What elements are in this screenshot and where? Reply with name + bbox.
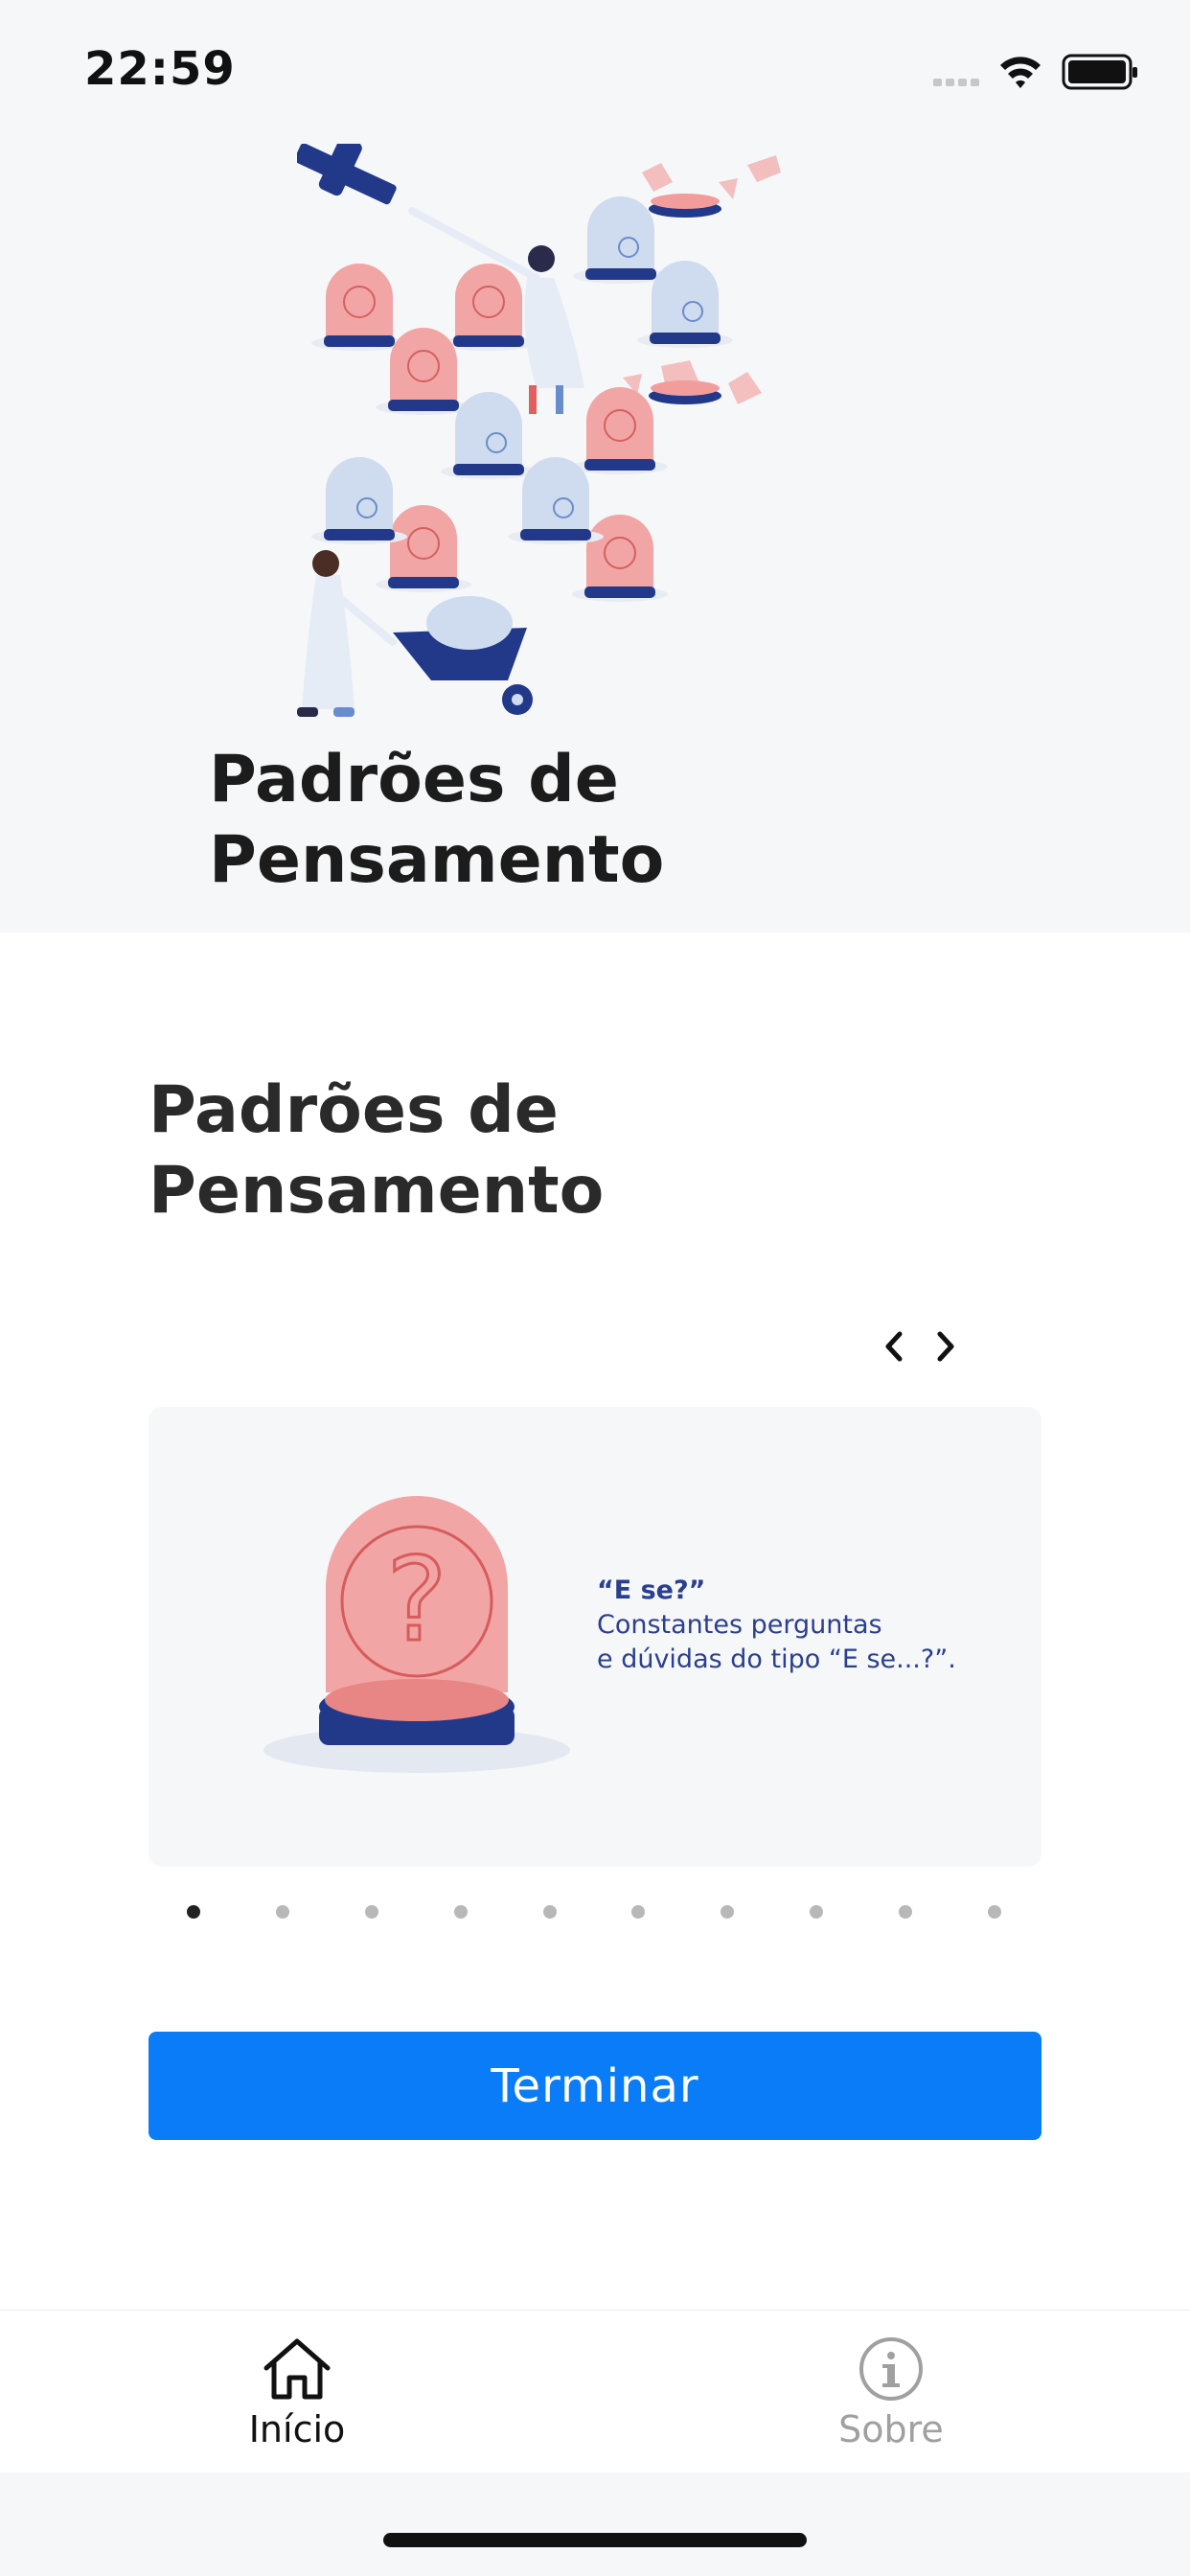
question-dome-illustration: ? <box>263 1496 570 1773</box>
signal-icon <box>933 79 979 86</box>
hero-title: Padrões de Pensamento <box>209 740 975 901</box>
wifi-icon <box>1000 57 1041 88</box>
tab-inicio[interactable]: Início <box>153 2335 441 2460</box>
card-description-line1: Constantes perguntas <box>597 1610 882 1640</box>
chevron-left-icon <box>885 1331 903 1362</box>
hero-section: 22:59 Padrões de Pensamento <box>0 0 1190 932</box>
tab-label-inicio: Início <box>248 2408 346 2450</box>
tab-bar: Início Sobre <box>0 2310 1190 2473</box>
page-title: Padrões de Pensamento <box>149 1070 1011 1231</box>
pagination-dot[interactable] <box>631 1905 646 1919</box>
pagination-dot[interactable] <box>987 1905 1001 1919</box>
pagination-dot[interactable] <box>275 1905 289 1919</box>
pagination-dot[interactable] <box>899 1905 912 1919</box>
pagination-dot[interactable] <box>453 1905 468 1919</box>
tab-label-sobre: Sobre <box>838 2408 944 2450</box>
finish-button[interactable]: Terminar <box>149 2032 1041 2140</box>
pagination-dot[interactable] <box>542 1905 557 1919</box>
pagination-dot[interactable] <box>187 1905 200 1919</box>
next-button[interactable] <box>924 1322 968 1370</box>
home-icon <box>263 2338 331 2400</box>
hero-illustration <box>297 144 781 717</box>
carousel-card[interactable]: ? “E se?” Constantes perguntas e dúvidas… <box>149 1407 1041 1867</box>
pagination-dot[interactable] <box>364 1905 378 1919</box>
info-icon <box>859 2337 923 2401</box>
tab-sobre[interactable]: Sobre <box>747 2335 1035 2460</box>
carousel-nav <box>872 1322 977 1370</box>
card-text: “E se?” Constantes perguntas e dúvidas d… <box>597 1574 1018 1677</box>
previous-button[interactable] <box>872 1322 916 1370</box>
hero-title-line1: Padrões de <box>209 742 619 817</box>
pagination-dot[interactable] <box>721 1905 735 1919</box>
page-title-line1: Padrões de <box>149 1072 559 1148</box>
status-time: 22:59 <box>84 42 236 96</box>
battery-icon <box>1062 54 1137 90</box>
hero-title-line2: Pensamento <box>209 822 665 898</box>
pagination-dots <box>187 1902 1001 1921</box>
svg-text:?: ? <box>386 1534 447 1668</box>
home-indicator[interactable] <box>383 2533 807 2547</box>
card-description-line2: e dúvidas do tipo “E se...?”. <box>597 1644 956 1674</box>
status-icons <box>933 54 1137 90</box>
chevron-right-icon <box>937 1331 954 1362</box>
pagination-dot[interactable] <box>810 1905 824 1919</box>
home-indicator-area <box>0 2472 1190 2576</box>
page-title-line2: Pensamento <box>149 1153 605 1229</box>
card-heading: “E se?” <box>597 1576 706 1605</box>
